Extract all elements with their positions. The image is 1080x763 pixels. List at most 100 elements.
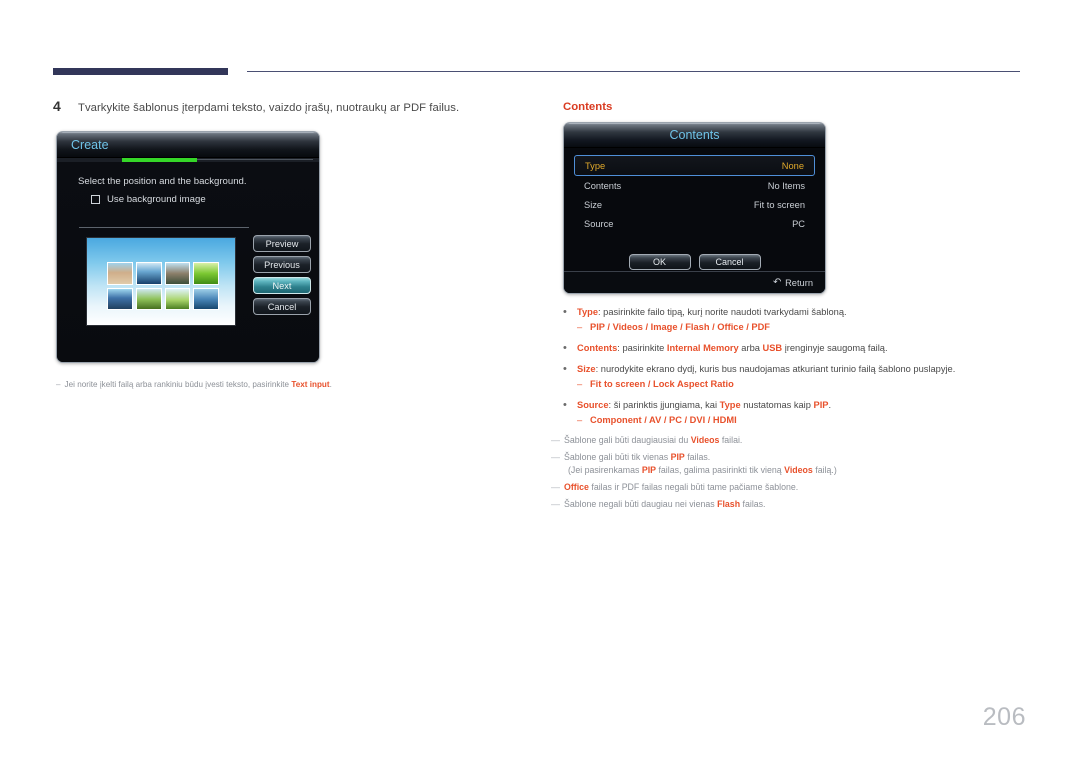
settings-row-size[interactable]: Size Fit to screen <box>574 195 815 214</box>
bullet-text: Size: nurodykite ekrano dydį, kuris bus … <box>577 364 956 374</box>
contents-dialog-actions: OK Cancel <box>564 254 825 270</box>
contents-option-list: • Type: pasirinkite failo tipą, kurį nor… <box>563 306 1023 435</box>
create-dialog-note: – Jei norite įkelti failą arba rankiniu b… <box>56 380 476 389</box>
bullet-sub-text: Component / AV / PC / DVI / HDMI <box>590 415 737 425</box>
use-background-image-label: Use background image <box>107 194 206 205</box>
bullet-dot-icon: • <box>563 399 567 411</box>
note-text: Šablone negali būti daugiau nei vienas F… <box>564 499 766 509</box>
bullet-sub-line: – Fit to screen / Lock Aspect Ratio <box>563 378 1023 391</box>
notes-block: — Šablone gali būti daugiausiai du Video… <box>551 434 1021 515</box>
create-dialog-body: Select the position and the background. … <box>57 162 319 362</box>
note-dash-icon: — <box>551 499 560 509</box>
create-dialog-title: Create <box>71 138 109 152</box>
settings-row-label: Source <box>584 218 614 229</box>
thumbnail-image <box>107 262 133 285</box>
settings-row-type[interactable]: Type None <box>574 155 815 176</box>
settings-row-label: Size <box>584 199 603 210</box>
use-background-image-checkbox-row[interactable]: Use background image <box>91 194 206 205</box>
bullet-sub-text: PIP / Videos / Image / Flash / Office / … <box>590 322 770 332</box>
settings-row-label: Contents <box>584 180 622 191</box>
contents-dialog: Contents Type None Contents No Items Siz… <box>563 122 826 294</box>
header-rule-thick-bar <box>53 68 228 75</box>
bullet-dot-icon: • <box>563 342 567 354</box>
contents-dialog-footer: ↷ Return <box>564 271 825 293</box>
template-thumbnail-grid <box>107 262 219 310</box>
sub-dash-icon: – <box>577 379 583 389</box>
bullet-line: • Type: pasirinkite failo tipą, kurį nor… <box>563 306 1023 319</box>
list-item: • Contents: pasirinkite Internal Memory … <box>563 342 1023 355</box>
contents-dialog-body: Type None Contents No Items Size Fit to … <box>564 148 825 293</box>
create-dialog-buttons: Preview Previous Next Cancel <box>253 235 311 319</box>
note-text: Šablone gali būti tik vienas PIP failas.… <box>564 452 837 475</box>
note-dash-icon: — <box>551 452 560 462</box>
list-item: • Source: ši parinktis įjungiama, kai Ty… <box>563 399 1023 427</box>
note-text: Šablone gali būti daugiausiai du Videos … <box>564 435 743 445</box>
note-item: — Šablone gali būti daugiausiai du Video… <box>551 434 1021 447</box>
contents-section-heading: Contents <box>563 101 613 113</box>
settings-row-value: None <box>781 160 804 171</box>
note-text-post: . <box>329 380 332 389</box>
bullet-text: Type: pasirinkite failo tipą, kurį norit… <box>577 307 847 317</box>
thumbnail-image <box>107 287 133 310</box>
note-text-pre: Jei norite įkelti failą arba rankiniu bū… <box>64 380 292 389</box>
note-dash-icon: — <box>551 435 560 445</box>
contents-settings-list: Type None Contents No Items Size Fit to … <box>574 155 815 233</box>
bullet-text: Source: ši parinktis įjungiama, kai Type… <box>577 400 832 410</box>
bullet-dot-icon: • <box>563 306 567 318</box>
contents-dialog-titlebar: Contents <box>564 123 825 148</box>
bullet-sub-line: – PIP / Videos / Image / Flash / Office … <box>563 321 1023 334</box>
settings-row-contents[interactable]: Contents No Items <box>574 176 815 195</box>
step-text: Tvarkykite šablonus įterpdami teksto, va… <box>78 102 460 114</box>
bullet-dot-icon: • <box>563 363 567 375</box>
previous-button[interactable]: Previous <box>253 256 311 273</box>
preview-button[interactable]: Preview <box>253 235 311 252</box>
bullet-line: • Contents: pasirinkite Internal Memory … <box>563 342 1023 355</box>
cancel-button[interactable]: Cancel <box>253 298 311 315</box>
create-dialog-titlebar: Create <box>57 132 319 158</box>
sub-dash-icon: – <box>577 415 583 425</box>
note-text-bold: Text input <box>291 380 330 389</box>
return-label: Return <box>785 277 813 288</box>
checkbox-icon[interactable] <box>91 195 100 204</box>
create-prompt-text: Select the position and the background. <box>78 176 247 187</box>
thumbnail-image <box>164 287 191 310</box>
step-number: 4 <box>53 98 61 114</box>
thumbnail-image <box>193 287 219 310</box>
template-preview-area[interactable] <box>86 237 236 326</box>
bullet-line: • Source: ši parinktis įjungiama, kai Ty… <box>563 399 1023 412</box>
contents-dialog-title: Contents <box>669 128 720 142</box>
sub-dash-icon: – <box>577 322 583 332</box>
header-rule-thin-line <box>247 71 1020 72</box>
create-dialog: Create Select the position and the backg… <box>56 131 320 363</box>
settings-row-value: No Items <box>767 180 805 191</box>
note-dash-icon: — <box>551 482 560 492</box>
page-header-rule <box>53 66 1020 76</box>
settings-row-value: Fit to screen <box>753 199 805 210</box>
create-divider <box>79 227 249 228</box>
bullet-sub-line: – Component / AV / PC / DVI / HDMI <box>563 414 1023 427</box>
thumbnail-image <box>193 262 219 285</box>
note-text: Office failas ir PDF failas negali būti … <box>564 482 799 492</box>
note-item: — Šablone negali būti daugiau nei vienas… <box>551 498 1021 511</box>
bullet-text: Contents: pasirinkite Internal Memory ar… <box>577 343 888 353</box>
note-item: — Office failas ir PDF failas negali būt… <box>551 481 1021 494</box>
thumbnail-image <box>135 287 162 310</box>
settings-row-source[interactable]: Source PC <box>574 214 815 233</box>
bullet-sub-text: Fit to screen / Lock Aspect Ratio <box>590 379 734 389</box>
thumbnail-image <box>164 262 191 285</box>
settings-row-label: Type <box>585 160 606 171</box>
return-arrow-icon: ↷ <box>772 277 782 288</box>
next-button[interactable]: Next <box>253 277 311 294</box>
list-item: • Size: nurodykite ekrano dydį, kuris bu… <box>563 363 1023 391</box>
list-item: • Type: pasirinkite failo tipą, kurį nor… <box>563 306 1023 334</box>
bullet-line: • Size: nurodykite ekrano dydį, kuris bu… <box>563 363 1023 376</box>
settings-row-value: PC <box>792 218 805 229</box>
thumbnail-image <box>135 262 162 285</box>
step-instruction: 4 Tvarkykite šablonus įterpdami teksto, … <box>53 98 573 114</box>
page-number: 206 <box>982 703 1026 731</box>
note-dash: – <box>56 380 61 389</box>
cancel-button[interactable]: Cancel <box>698 254 761 270</box>
create-progress-remainder <box>197 159 313 160</box>
note-item: — Šablone gali būti tik vienas PIP faila… <box>551 451 1021 477</box>
ok-button[interactable]: OK <box>628 254 691 270</box>
